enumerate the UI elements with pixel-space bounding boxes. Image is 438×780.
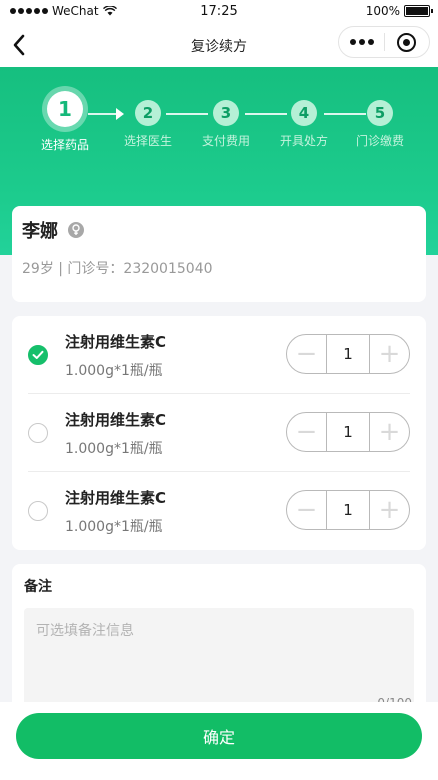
medicine-spec: 1.000g*1瓶/瓶 — [65, 519, 163, 535]
step-label: 选择医生 — [123, 134, 172, 148]
close-button[interactable] — [385, 32, 429, 52]
step-number: 2 — [135, 100, 161, 126]
battery-group: 100% — [365, 4, 433, 18]
medicine-name: 注射用维生素C — [65, 411, 167, 429]
medicine-item[interactable]: 注射用维生素C 1.000g*1瓶/瓶 − 1 + — [28, 316, 410, 394]
quantity-stepper: − 1 + — [286, 334, 410, 374]
decrement-button[interactable]: − — [287, 335, 326, 373]
checkbox-unchecked-icon[interactable] — [28, 423, 48, 443]
quantity-stepper: − 1 + — [286, 412, 410, 452]
increment-button[interactable]: + — [370, 335, 409, 373]
battery-icon — [404, 5, 433, 17]
patient-info: 29岁 | 门诊号：2320015040 — [22, 261, 213, 277]
remark-card: 备注 0/100 — [12, 564, 426, 714]
step-3: 3 支付费用 — [186, 86, 266, 149]
quantity-value[interactable]: 1 — [326, 335, 370, 373]
step-label: 选择药品 — [40, 138, 89, 152]
medicine-name: 注射用维生素C — [65, 333, 167, 351]
checkbox-unchecked-icon[interactable] — [28, 501, 48, 521]
mini-program-capsule — [338, 26, 430, 58]
female-icon — [68, 222, 84, 238]
medicine-item[interactable]: 注射用维生素C 1.000g*1瓶/瓶 − 1 + — [28, 394, 410, 472]
patient-name: 李娜 — [22, 221, 58, 242]
quantity-value[interactable]: 1 — [326, 491, 370, 529]
remark-box: 0/100 — [24, 608, 414, 710]
bottom-bar: 确定 — [0, 702, 438, 780]
increment-button[interactable]: + — [370, 413, 409, 451]
patient-card: 李娜 29岁 | 门诊号：2320015040 — [12, 206, 426, 302]
step-number: 4 — [291, 100, 317, 126]
decrement-button[interactable]: − — [287, 491, 326, 529]
step-label: 门诊缴费 — [355, 134, 404, 148]
confirm-button[interactable]: 确定 — [16, 713, 422, 759]
quantity-stepper: − 1 + — [286, 490, 410, 530]
step-number: 5 — [367, 100, 393, 126]
decrement-button[interactable]: − — [287, 413, 326, 451]
target-close-icon — [397, 32, 417, 52]
step-circle: 1 — [42, 86, 88, 132]
step-number: 3 — [213, 100, 239, 126]
medicine-item[interactable]: 注射用维生素C 1.000g*1瓶/瓶 − 1 + — [28, 472, 410, 550]
step-label: 支付费用 — [201, 134, 250, 148]
more-dots-icon[interactable] — [339, 39, 384, 45]
step-number: 1 — [47, 91, 83, 127]
step-5: 5 门诊缴费 — [340, 86, 420, 149]
remark-input[interactable] — [36, 620, 402, 680]
quantity-value[interactable]: 1 — [326, 413, 370, 451]
step-1: 1 选择药品 — [25, 86, 105, 153]
medicine-list: 注射用维生素C 1.000g*1瓶/瓶 − 1 + 注射用维生素C 1.000g… — [12, 316, 426, 550]
medicine-spec: 1.000g*1瓶/瓶 — [65, 363, 163, 379]
progress-stepper: 1 选择药品 2 选择医生 3 支付费用 4 开具处方 5 门诊缴费 — [0, 86, 438, 166]
battery-percent: 100% — [365, 4, 400, 18]
remark-title: 备注 — [24, 579, 52, 595]
medicine-spec: 1.000g*1瓶/瓶 — [65, 441, 163, 457]
increment-button[interactable]: + — [370, 491, 409, 529]
checkbox-checked-icon[interactable] — [28, 345, 48, 365]
navigation-bar: 复诊续方 — [0, 24, 438, 67]
step-4: 4 开具处方 — [264, 86, 344, 149]
status-bar: WeChat 17:25 100% — [0, 0, 438, 24]
patient-name-row: 李娜 — [22, 216, 416, 244]
medicine-name: 注射用维生素C — [65, 489, 167, 507]
step-label: 开具处方 — [279, 134, 328, 148]
step-2: 2 选择医生 — [108, 86, 188, 149]
